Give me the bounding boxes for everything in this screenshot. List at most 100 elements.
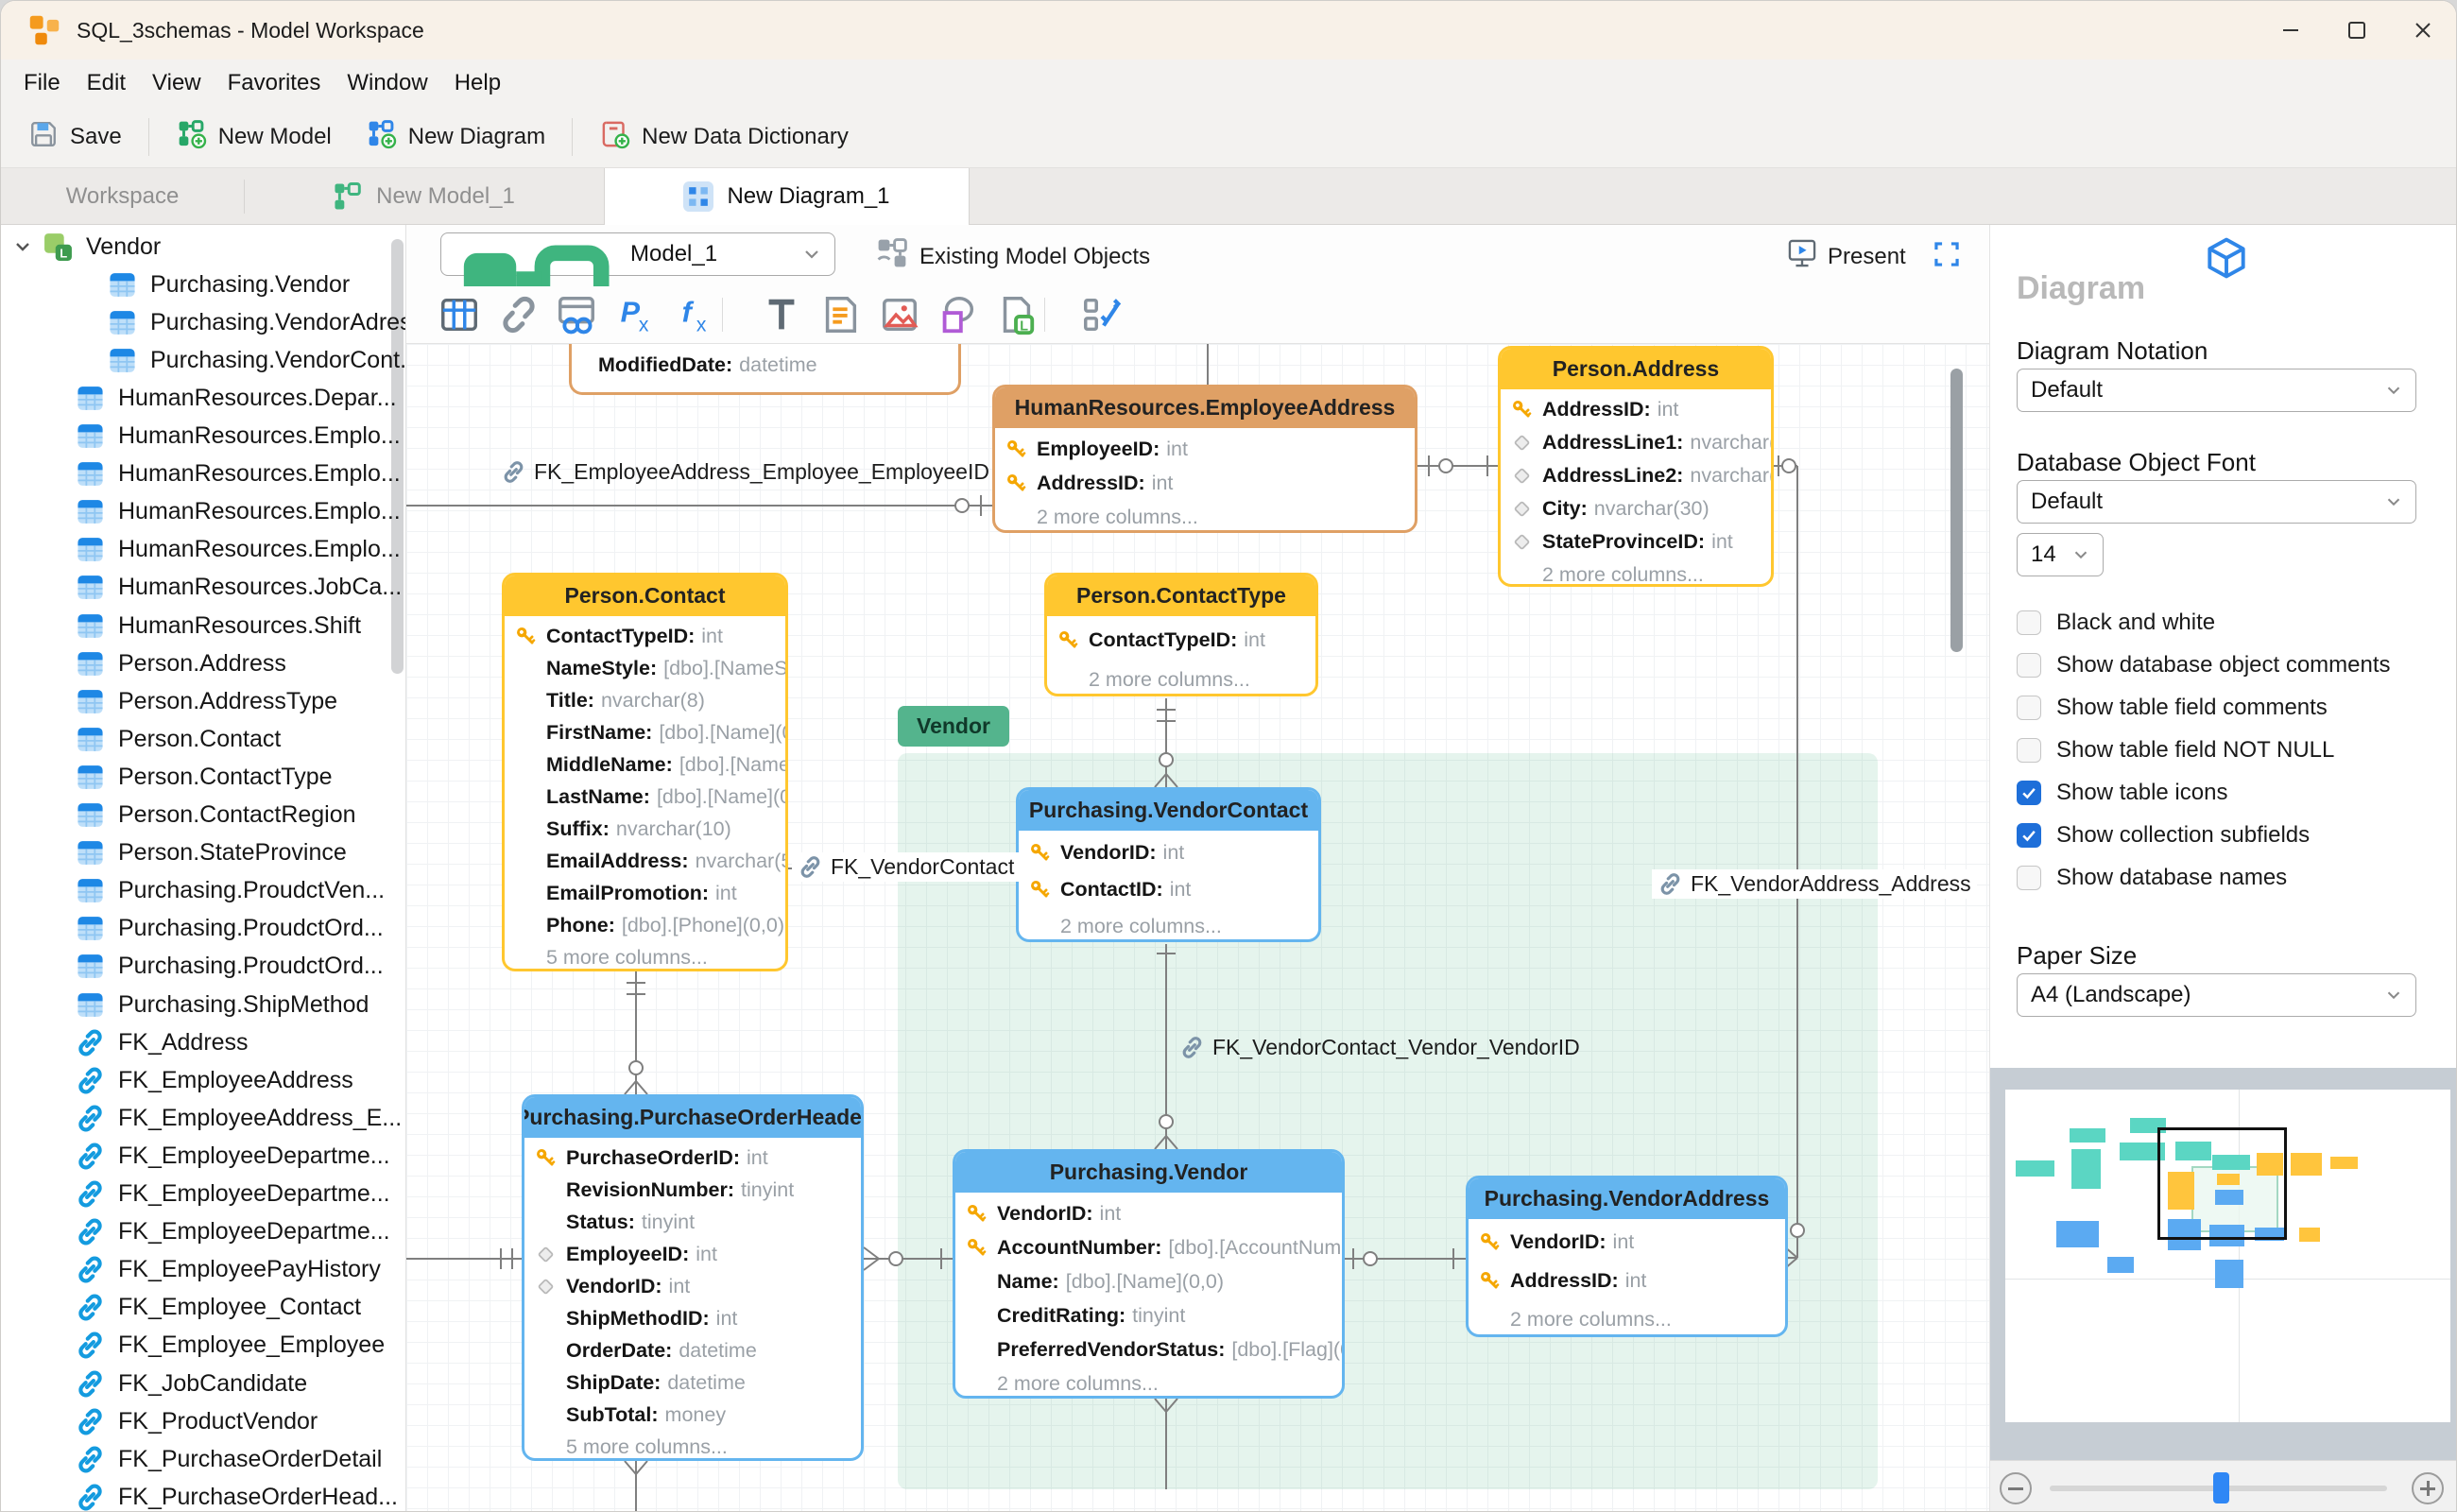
table-field[interactable]: NameStyle: [dbo].[NameSt... [505, 652, 785, 684]
table-field[interactable]: PreferredVendorStatus: [dbo].[Flag](0,0) [955, 1332, 1342, 1366]
sidebar-item-fk-employeepayhistory[interactable]: FK_EmployeePayHistory [1, 1251, 405, 1289]
table-field[interactable]: Name: [dbo].[Name](0,0) [955, 1264, 1342, 1298]
sidebar-item-purchasing-proudctord[interactable]: Purchasing.ProudctOrd... [1, 948, 405, 986]
note-icon[interactable] [818, 293, 862, 336]
table-field[interactable]: ContactTypeID: int [1047, 620, 1315, 660]
table-field[interactable]: SubTotal: money [524, 1399, 861, 1431]
sidebar-item-fk-productvendor[interactable]: FK_ProductVendor [1, 1402, 405, 1440]
table-field[interactable]: PurchaseOrderID: int [524, 1142, 861, 1174]
diagram-table-person-contact[interactable]: Person.Contact ContactTypeID: int NameSt… [502, 573, 788, 971]
relationship-label-fk-vendorcontact[interactable]: FK_VendorContact [792, 852, 1021, 882]
table-field[interactable]: Title: nvarchar(8) [505, 684, 785, 716]
diagram-table-purchasing-purchaseorderheader[interactable]: Purchasing.PurchaseOrderHeader PurchaseO… [522, 1094, 864, 1461]
checkbox-show-collection-subfields[interactable]: Show collection subfields [2017, 814, 2310, 856]
table-field[interactable]: Phone: [dbo].[Phone](0,0) [505, 909, 785, 941]
image-icon[interactable] [878, 293, 921, 336]
view-icon[interactable] [555, 293, 598, 336]
menu-help[interactable]: Help [441, 70, 514, 96]
table-field[interactable]: EmployeeID: int [995, 432, 1415, 466]
sidebar-item-humanresources-shift[interactable]: HumanResources.Shift [1, 607, 405, 644]
table-header[interactable]: Person.ContactType [1047, 576, 1315, 616]
diagram-table-person-contacttype[interactable]: Person.ContactType ContactTypeID: int 2 … [1044, 573, 1318, 696]
table-field[interactable]: 2 more columns... [995, 500, 1415, 530]
checkbox-box[interactable] [2017, 822, 2041, 848]
table-field[interactable]: 2 more columns... [1501, 558, 1771, 584]
present-button[interactable]: Present [1786, 237, 1906, 276]
diagram-table-purchasing-vendor[interactable]: Purchasing.Vendor VendorID: int AccountN… [953, 1149, 1345, 1399]
sidebar-item-vendor[interactable]: L Vendor [1, 228, 405, 266]
chevron-down-icon[interactable] [11, 235, 34, 258]
sidebar-item-person-stateprovince[interactable]: Person.StateProvince [1, 834, 405, 872]
table-field[interactable]: AccountNumber: [dbo].[AccountNumber]... [955, 1230, 1342, 1264]
sidebar-item-humanresources-emplo[interactable]: HumanResources.Emplo... [1, 455, 405, 493]
table-header[interactable]: Person.Contact [505, 576, 785, 616]
model-selector[interactable]: Model_1 [440, 232, 835, 398]
table-header[interactable]: Purchasing.VendorContact [1019, 790, 1318, 831]
relationship-label-fk-vendoraddress-address[interactable]: FK_VendorAddress_Address [1652, 869, 1977, 899]
zoom-out-button[interactable] [2000, 1472, 2032, 1504]
table-field[interactable]: EmployeeID: int [524, 1238, 861, 1270]
table-field[interactable]: ContactTypeID: int [505, 620, 785, 652]
table-field[interactable]: VendorID: int [524, 1270, 861, 1302]
sidebar-item-fk-jobcandidate[interactable]: FK_JobCandidate [1, 1365, 405, 1402]
parameter-icon[interactable]: Px [613, 293, 657, 336]
sidebar-item-fk-employeedepartme[interactable]: FK_EmployeeDepartme... [1, 1176, 405, 1213]
sidebar-item-humanresources-depar[interactable]: HumanResources.Depar... [1, 379, 405, 417]
table-header[interactable]: HumanResources.EmployeeAddress [995, 387, 1415, 428]
tab-new-diagram[interactable]: New Diagram_1 [604, 168, 970, 225]
table-header[interactable]: Person.Address [1501, 349, 1771, 389]
tab-new-model[interactable]: New Model_1 [244, 168, 604, 224]
table-header[interactable]: Purchasing.PurchaseOrderHeader [524, 1097, 861, 1138]
zoom-slider-thumb[interactable] [2213, 1472, 2229, 1503]
sidebar-item-person-address[interactable]: Person.Address [1, 644, 405, 682]
table-field[interactable]: VendorID: int [1019, 834, 1318, 871]
checkbox-box[interactable] [2017, 737, 2041, 763]
table-field[interactable]: AddressID: int [1469, 1262, 1785, 1300]
close-button[interactable] [2390, 1, 2456, 60]
table-field[interactable]: 2 more columns... [1019, 908, 1318, 939]
sidebar-item-person-contacttype[interactable]: Person.ContactType [1, 758, 405, 796]
table-field[interactable]: ShipDate: datetime [524, 1366, 861, 1399]
menu-file[interactable]: File [10, 70, 74, 96]
sidebar-item-purchasing-vendoradress[interactable]: Purchasing.VendorAdress [1, 303, 405, 341]
table-field[interactable]: LastName: [dbo].[Name](0... [505, 781, 785, 813]
checkbox-show-database-names[interactable]: Show database names [2017, 856, 2287, 899]
table-field[interactable]: City: nvarchar(30) [1501, 492, 1771, 525]
sidebar-item-fk-purchaseorderhead[interactable]: FK_PurchaseOrderHead... [1, 1478, 405, 1511]
diagram-table-person-address[interactable]: Person.Address AddressID: int AddressLin… [1498, 346, 1774, 587]
table-field[interactable]: RevisionNumber: tinyint [524, 1174, 861, 1206]
sidebar-item-fk-employee-contact[interactable]: FK_Employee_Contact [1, 1289, 405, 1327]
sidebar-item-humanresources-emplo[interactable]: HumanResources.Emplo... [1, 418, 405, 455]
table-field[interactable]: OrderDate: datetime [524, 1334, 861, 1366]
menu-view[interactable]: View [139, 70, 215, 96]
sidebar-item-humanresources-emplo[interactable]: HumanResources.Emplo... [1, 531, 405, 569]
sidebar-item-fk-purchaseorderdetail[interactable]: FK_PurchaseOrderDetail [1, 1440, 405, 1478]
table-header[interactable]: Purchasing.VendorAddress [1469, 1178, 1785, 1219]
sidebar-item-fk-employeeaddress-e[interactable]: FK_EmployeeAddress_E... [1, 1099, 405, 1137]
sidebar-item-purchasing-proudctven[interactable]: Purchasing.ProudctVen... [1, 872, 405, 910]
checkbox-box[interactable] [2017, 780, 2041, 805]
function-icon[interactable]: fx [673, 293, 716, 336]
table-field[interactable]: AddressLine2: nvarchar(... [1501, 459, 1771, 492]
fullscreen-icon[interactable] [1932, 239, 1962, 269]
new-data-dictionary-button[interactable]: New Data Dictionary [582, 107, 866, 167]
sidebar-item-fk-employeedepartme[interactable]: FK_EmployeeDepartme... [1, 1213, 405, 1251]
sidebar-item-fk-address[interactable]: FK_Address [1, 1023, 405, 1061]
table-field[interactable]: FirstName: [dbo].[Name](0... [505, 716, 785, 748]
minimize-button[interactable] [2258, 1, 2324, 60]
sidebar-item-purchasing-vendor[interactable]: Purchasing.Vendor [1, 266, 405, 303]
table-field[interactable]: 5 more columns... [505, 941, 785, 969]
table-field[interactable]: CreditRating: tinyint [955, 1298, 1342, 1332]
vendor-layer-label[interactable]: Vendor [898, 706, 1009, 747]
table-field[interactable]: VendorID: int [955, 1196, 1342, 1230]
menu-favorites[interactable]: Favorites [215, 70, 335, 96]
checkbox-show-database-object-comments[interactable]: Show database object comments [2017, 644, 2391, 686]
table-header[interactable]: Purchasing.Vendor [955, 1152, 1342, 1193]
maximize-button[interactable] [2324, 1, 2390, 60]
checkbox-show-table-icons[interactable]: Show table icons [2017, 771, 2227, 814]
font-size-select[interactable]: 14 [2017, 533, 2104, 576]
new-diagram-button[interactable]: New Diagram [349, 107, 562, 167]
sidebar-item-fk-employeedepartme[interactable]: FK_EmployeeDepartme... [1, 1137, 405, 1175]
sidebar-item-fk-employee-employee[interactable]: FK_Employee_Employee [1, 1327, 405, 1365]
sidebar-item-purchasing-shipmethod[interactable]: Purchasing.ShipMethod [1, 986, 405, 1023]
